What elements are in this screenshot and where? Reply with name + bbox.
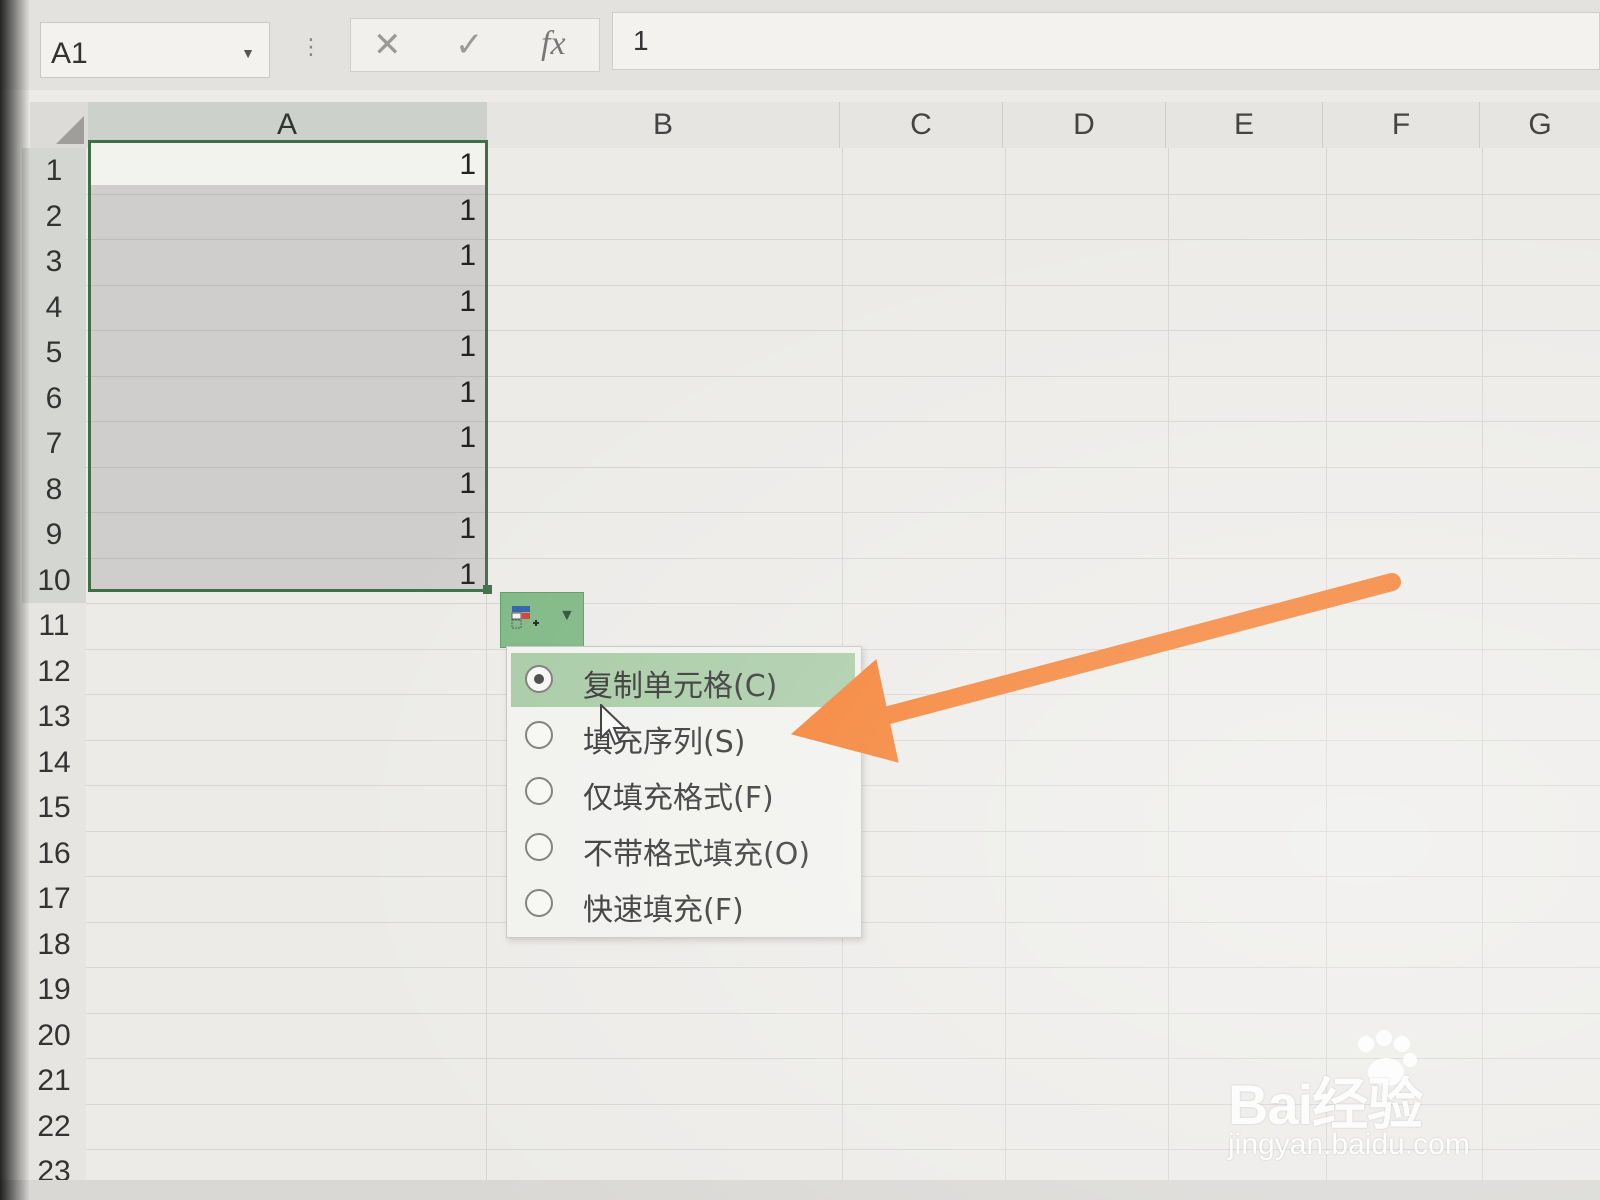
name-box-dropdown-icon[interactable]: ▼ [241, 45, 255, 61]
row-gridline [86, 967, 1600, 968]
row-header-8[interactable]: 8 [22, 466, 86, 513]
menu-item-label: 复制单元格(C) [583, 669, 778, 704]
menu-item-fill-formatting-only[interactable]: 仅填充格式(F) [511, 765, 855, 819]
enter-icon[interactable]: ✓ [455, 25, 484, 65]
row-header-21[interactable]: 21 [22, 1058, 86, 1105]
cell-a4[interactable]: 1 [90, 279, 486, 325]
menu-item-label: 快速填充(F) [583, 893, 744, 928]
row-gridline [86, 603, 1600, 604]
row-header-1[interactable]: 1 [22, 148, 86, 195]
formula-input[interactable]: 1 [612, 12, 1600, 70]
column-header-e[interactable]: E [1166, 102, 1323, 148]
menu-item-flash-fill[interactable]: 快速填充(F) [511, 877, 855, 931]
row-header-2[interactable]: 2 [22, 193, 86, 240]
menu-item-label: 不带格式填充(O) [583, 837, 811, 872]
mouse-cursor-icon [600, 704, 628, 746]
row-header-10[interactable]: 10 [22, 557, 86, 604]
cell-a9[interactable]: 1 [90, 506, 486, 552]
menu-item-copy-cells[interactable]: 复制单元格(C) [511, 653, 855, 707]
watermark-url: jingyan.baidu.com [1228, 1128, 1470, 1161]
cell-a1[interactable]: 1 [90, 142, 486, 188]
cancel-icon[interactable]: ✕ [373, 25, 402, 65]
sheet-tabs-bar[interactable] [0, 1180, 1600, 1200]
row-header-13[interactable]: 13 [22, 694, 86, 741]
cell-a10[interactable]: 1 [90, 552, 486, 598]
cell-a7[interactable]: 1 [90, 415, 486, 461]
auto-fill-options-button[interactable]: ▼ [500, 592, 584, 648]
select-all-icon [56, 116, 84, 144]
row-header-18[interactable]: 18 [22, 921, 86, 968]
cell-a5[interactable]: 1 [90, 324, 486, 370]
cell-a2[interactable]: 1 [90, 188, 486, 234]
row-header-3[interactable]: 3 [22, 239, 86, 286]
column-header-g[interactable]: G [1480, 102, 1600, 148]
row-header-17[interactable]: 17 [22, 876, 86, 923]
name-box-value: A1 [51, 37, 88, 70]
row-header-4[interactable]: 4 [22, 284, 86, 331]
row-header-14[interactable]: 14 [22, 739, 86, 786]
formula-bar: A1 ▼ ⋮ ✕ ✓ fx 1 [0, 0, 1600, 90]
menu-item-fill-series[interactable]: 填充序列(S) [511, 709, 855, 763]
fill-handle[interactable] [483, 585, 492, 594]
row-header-5[interactable]: 5 [22, 330, 86, 377]
radio-fill-formatting-only[interactable] [525, 777, 553, 805]
radio-copy-cells[interactable] [525, 665, 553, 693]
select-all-corner[interactable] [30, 102, 89, 148]
radio-fill-series[interactable] [525, 721, 553, 749]
column-header-f[interactable]: F [1323, 102, 1480, 148]
row-header-9[interactable]: 9 [22, 512, 86, 559]
row-header-15[interactable]: 15 [22, 785, 86, 832]
cell-a3[interactable]: 1 [90, 233, 486, 279]
column-header-d[interactable]: D [1003, 102, 1166, 148]
formula-bar-grip-icon[interactable]: ⋮ [300, 34, 322, 60]
row-header-7[interactable]: 7 [22, 421, 86, 468]
radio-flash-fill[interactable] [525, 889, 553, 917]
radio-fill-without-formatting[interactable] [525, 833, 553, 861]
column-header-b[interactable]: B [487, 102, 840, 148]
row-header-16[interactable]: 16 [22, 830, 86, 877]
row-header-22[interactable]: 22 [22, 1103, 86, 1150]
menu-item-label: 仅填充格式(F) [583, 781, 774, 816]
row-gridline [86, 1012, 1600, 1014]
insert-function-icon[interactable]: fx [541, 25, 566, 63]
baidu-watermark: Bai经验 jingyan.baidu.com [1228, 1030, 1548, 1170]
formula-input-value: 1 [633, 25, 649, 56]
cell-a8[interactable]: 1 [90, 461, 486, 507]
chevron-down-icon: ▼ [559, 607, 575, 624]
row-header-6[interactable]: 6 [22, 375, 86, 422]
auto-fill-options-menu: 复制单元格(C) 填充序列(S) 仅填充格式(F) 不带格式填充(O) 快速填充… [506, 646, 862, 938]
row-header-12[interactable]: 12 [22, 648, 86, 695]
formula-buttons: ✕ ✓ fx [350, 18, 600, 72]
column-header-c[interactable]: C [840, 102, 1003, 148]
row-header-20[interactable]: 20 [22, 1012, 86, 1059]
row-header-11[interactable]: 11 [22, 603, 86, 650]
auto-fill-icon [511, 606, 539, 629]
row-header-19[interactable]: 19 [22, 967, 86, 1014]
name-box[interactable]: A1 ▼ [40, 22, 270, 78]
cell-a6[interactable]: 1 [90, 370, 486, 416]
menu-item-fill-without-formatting[interactable]: 不带格式填充(O) [511, 821, 855, 875]
